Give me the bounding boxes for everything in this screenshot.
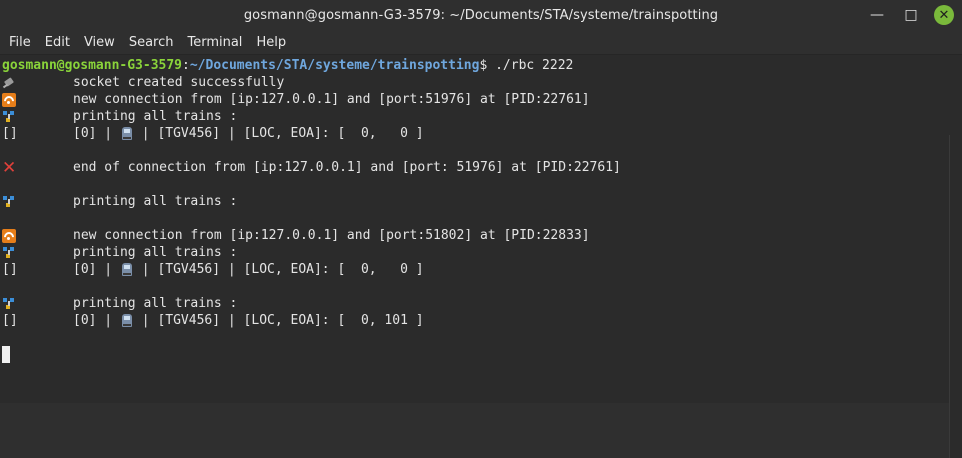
log-line: ✕ end of connection from [ip:127.0.0.1] a… [2,159,962,176]
log-text: | [TGV456] | [LOC, EOA]: [ 0, 0 ] [133,126,424,141]
log-line-gutter [2,244,73,261]
log-text: end of connection from [ip:127.0.0.1] an… [73,160,621,175]
wifi-icon [2,92,16,107]
window-title: gosmann@gosmann-G3-3579: ~/Documents/STA… [243,7,719,23]
prompt-line: gosmann@gosmann-G3-3579: ~/Documents/STA/… [2,57,962,74]
log-text: | [TGV456] | [LOC, EOA]: [ 0, 0 ] [133,262,424,277]
log-line-gutter: [] [2,261,73,278]
menu-terminal[interactable]: Terminal [180,35,249,50]
text-cursor [2,346,10,363]
network-icon [2,246,16,260]
cross-icon: ✕ [2,157,17,178]
log-line-gutter [2,108,73,125]
log-text: printing all trains : [73,194,238,209]
cursor-line [2,329,962,346]
scrollbar[interactable] [949,135,962,458]
prompt-symbol: $ [479,58,496,73]
log-text: printing all trains : [73,296,238,311]
menu-search[interactable]: Search [122,35,181,50]
log-prefix: [] [2,126,18,141]
log-text: socket created successfully [73,75,285,90]
log-prefix: [] [2,313,18,328]
close-button[interactable]: ✕ [934,5,954,25]
log-line-gutter [2,295,73,312]
terminal-output[interactable]: gosmann@gosmann-G3-3579: ~/Documents/STA/… [0,55,962,458]
log-line-gutter: ✕ [2,159,73,176]
prompt-command: ./rbc 2222 [495,58,574,73]
log-text: new connection from [ip:127.0.0.1] and [… [73,92,590,107]
title-bar[interactable]: gosmann@gosmann-G3-3579: ~/Documents/STA… [0,0,962,30]
log-line: new connection from [ip:127.0.0.1] and [… [2,91,962,108]
log-text: new connection from [ip:127.0.0.1] and [… [73,228,590,243]
log-line: printing all trains : [2,108,962,125]
log-text: [0] | [73,126,120,141]
train-icon [121,263,132,276]
window-controls: — □ ✕ [866,4,954,26]
log-lines: socket created successfully new connectio… [2,74,962,329]
menu-bar: File Edit View Search Terminal Help [0,30,962,55]
log-line: socket created successfully [2,74,962,91]
log-line: printing all trains : [2,295,962,312]
log-line: [] [0] | | [TGV456] | [LOC, EOA]: [ 0, 10… [2,312,962,329]
network-icon [2,110,16,124]
log-text: [0] | [73,262,120,277]
log-line-gutter: [] [2,125,73,142]
minimize-button[interactable]: — [866,4,888,26]
wifi-icon [2,228,16,243]
log-line: new connection from [ip:127.0.0.1] and [… [2,227,962,244]
log-text: | [TGV456] | [LOC, EOA]: [ 0, 101 ] [133,313,424,328]
log-line-gutter: [] [2,312,73,329]
network-icon [2,297,16,311]
prompt-path: ~/Documents/STA/systeme/trainspotting [189,58,480,73]
network-icon [2,195,16,209]
train-icon [121,314,132,327]
menu-help[interactable]: Help [249,35,293,50]
log-line-gutter [2,193,73,210]
log-text: [0] | [73,313,120,328]
train-icon [121,127,132,140]
log-line-gutter [2,227,73,244]
log-text: printing all trains : [73,245,238,260]
cursor-line-2 [2,346,962,363]
prompt-user: gosmann@gosmann-G3-3579 [2,58,183,73]
log-line: [] [0] | | [TGV456] | [LOC, EOA]: [ 0, 0 … [2,125,962,142]
menu-view[interactable]: View [77,35,122,50]
log-line: printing all trains : [2,244,962,261]
log-line-gutter [2,91,73,108]
log-prefix: [] [2,262,18,277]
log-text: printing all trains : [73,109,238,124]
log-line-gutter [2,74,73,91]
menu-edit[interactable]: Edit [38,35,77,50]
log-line: printing all trains : [2,193,962,210]
menu-file[interactable]: File [2,35,38,50]
log-line: [] [0] | | [TGV456] | [LOC, EOA]: [ 0, 0 … [2,261,962,278]
terminal-window: gosmann@gosmann-G3-3579: ~/Documents/STA… [0,0,962,458]
maximize-button[interactable]: □ [900,4,922,26]
prompt-separator: : [182,58,190,73]
socket-icon [2,76,16,90]
